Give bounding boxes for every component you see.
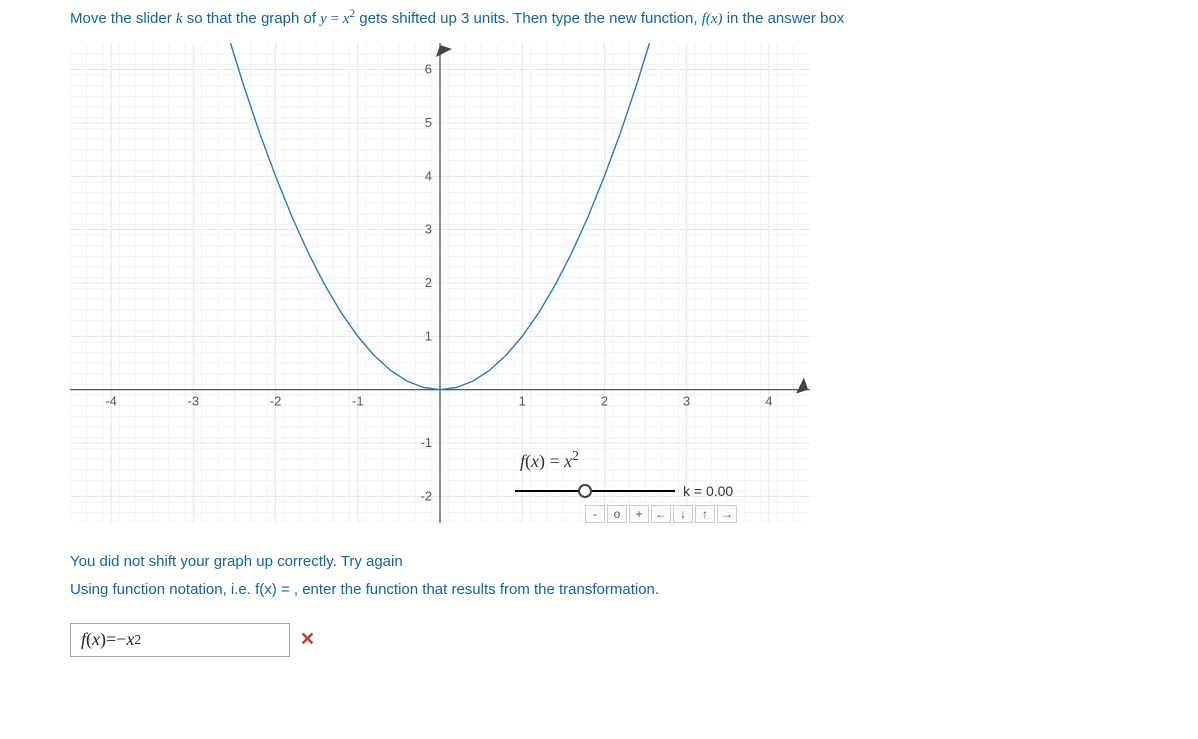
svg-text:6: 6	[425, 61, 432, 76]
svg-text:-2: -2	[420, 488, 432, 503]
down-button[interactable]: ↓	[673, 505, 693, 523]
svg-text:4: 4	[425, 168, 432, 183]
svg-text:1: 1	[425, 328, 432, 343]
svg-text:2: 2	[425, 275, 432, 290]
question-prompt: Move the slider k so that the graph of y…	[70, 8, 1138, 31]
feedback-line2: Using function notation, i.e. f(x) = , e…	[70, 576, 1138, 605]
t: in the answer box	[723, 10, 845, 27]
k-slider[interactable]	[515, 490, 675, 492]
k-slider-value: k = 0.00	[683, 483, 733, 499]
k-slider-thumb[interactable]	[578, 484, 592, 498]
svg-text:5: 5	[425, 115, 432, 130]
feedback-text: You did not shift your graph up correctl…	[70, 548, 1138, 605]
minus-button[interactable]: -	[585, 505, 605, 523]
answer-row: f(x) = −x2 ✕	[70, 623, 1138, 657]
up-button[interactable]: ↑	[695, 505, 715, 523]
t: gets shifted up 3 units. Then type the n…	[355, 10, 702, 27]
feedback-line1: You did not shift your graph up correctl…	[70, 548, 1138, 577]
svg-text:3: 3	[683, 393, 690, 408]
left-button[interactable]: ←	[651, 505, 671, 523]
k-slider-group: k = 0.00 - o + ← ↓ ↑ →	[515, 483, 775, 523]
t: Move the slider	[70, 10, 176, 27]
svg-text:-1: -1	[420, 435, 432, 450]
right-button[interactable]: →	[717, 505, 737, 523]
svg-text:-4: -4	[105, 393, 117, 408]
svg-text:-2: -2	[270, 393, 282, 408]
plus-button[interactable]: +	[629, 505, 649, 523]
svg-text:4: 4	[765, 393, 772, 408]
answer-input[interactable]: f(x) = −x2	[70, 623, 290, 657]
svg-text:3: 3	[425, 221, 432, 236]
incorrect-icon: ✕	[300, 629, 315, 650]
slider-controls: - o + ← ↓ ↑ →	[585, 505, 775, 523]
reset-button[interactable]: o	[607, 505, 627, 523]
coordinate-plane[interactable]: -4 -3 -2 -1 1 2 3 4 -2 -1 1 2 3 4 5 6	[70, 43, 810, 523]
var-k: k	[176, 11, 183, 27]
svg-text:1: 1	[519, 393, 526, 408]
var-y: y	[320, 11, 327, 27]
svg-text:-1: -1	[352, 393, 364, 408]
svg-text:2: 2	[601, 393, 608, 408]
eq: =	[327, 11, 343, 27]
svg-text:-3: -3	[188, 393, 200, 408]
curve-label: f(x) = x2	[520, 451, 579, 472]
graph-panel[interactable]: -4 -3 -2 -1 1 2 3 4 -2 -1 1 2 3 4 5 6 f(x) = x2 k = 0.0…	[70, 43, 810, 523]
fx: f(x)	[702, 11, 723, 27]
t: so that the graph of	[183, 10, 321, 27]
